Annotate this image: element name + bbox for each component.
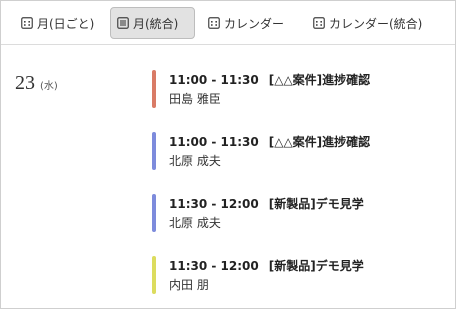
event-color-bar bbox=[152, 132, 156, 170]
date-heading: 23 (水) bbox=[15, 72, 58, 95]
tab-calendar[interactable]: カレンダー bbox=[202, 7, 290, 39]
event-person: 田島 雅臣 bbox=[169, 92, 221, 106]
tab-label: 月(日ごと) bbox=[37, 16, 95, 31]
event-item[interactable]: 11:00 - 11:30 [△△案件]進捗確認 田島 雅臣 bbox=[152, 70, 442, 108]
weekday-label: (水) bbox=[40, 81, 58, 92]
event-person: 北原 成夫 bbox=[169, 216, 221, 230]
event-item[interactable]: 11:30 - 12:00 [新製品]デモ見学 北原 成夫 bbox=[152, 194, 442, 232]
event-title: [新製品]デモ見学 bbox=[268, 259, 364, 273]
day-number: 23 bbox=[15, 72, 35, 94]
event-title: [△△案件]進捗確認 bbox=[268, 135, 371, 149]
calendar-grid-icon bbox=[208, 17, 220, 29]
tab-calendar-combined[interactable]: カレンダー(統合) bbox=[307, 7, 428, 39]
tab-label: カレンダー bbox=[224, 16, 285, 31]
event-item[interactable]: 11:30 - 12:00 [新製品]デモ見学 内田 朋 bbox=[152, 256, 442, 294]
tab-month-daily[interactable]: 月(日ごと) bbox=[15, 7, 100, 39]
event-person: 北原 成夫 bbox=[169, 154, 221, 168]
tab-month-combined[interactable]: 月(統合) bbox=[110, 7, 195, 39]
event-time: 11:30 - 12:00 bbox=[169, 259, 259, 273]
event-color-bar bbox=[152, 70, 156, 108]
calendar-grid-icon bbox=[21, 17, 33, 29]
event-time: 11:00 - 11:30 bbox=[169, 73, 259, 87]
calendar-panel: 月(日ごと) 月(統合) カレンダー カレンダー(統合) 23 (水) 11:0… bbox=[0, 0, 456, 309]
tab-label: 月(統合) bbox=[133, 16, 179, 31]
tab-label: カレンダー(統合) bbox=[329, 16, 423, 31]
event-color-bar bbox=[152, 194, 156, 232]
calendar-grid-icon bbox=[313, 17, 325, 29]
event-title: [新製品]デモ見学 bbox=[268, 197, 364, 211]
event-time: 11:30 - 12:00 bbox=[169, 197, 259, 211]
view-toolbar: 月(日ごと) 月(統合) カレンダー カレンダー(統合) bbox=[1, 1, 455, 45]
list-icon bbox=[117, 17, 129, 29]
event-title: [△△案件]進捗確認 bbox=[268, 73, 371, 87]
event-color-bar bbox=[152, 256, 156, 294]
event-item[interactable]: 11:00 - 11:30 [△△案件]進捗確認 北原 成夫 bbox=[152, 132, 442, 170]
event-time: 11:00 - 11:30 bbox=[169, 135, 259, 149]
event-person: 内田 朋 bbox=[169, 278, 209, 292]
